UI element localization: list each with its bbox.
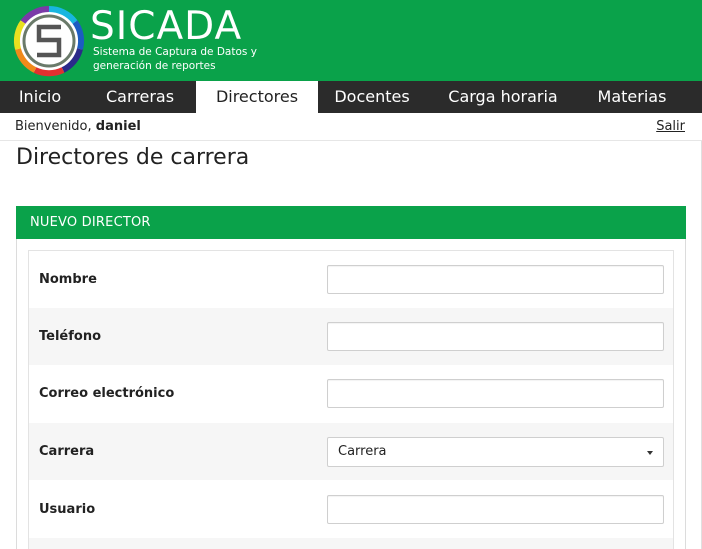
nav-item-directores[interactable]: Directores — [196, 81, 318, 113]
welcome-message: Bienvenido, daniel — [15, 119, 141, 134]
app-subtitle: Sistema de Captura de Datos y generación… — [93, 46, 257, 72]
new-director-panel: NUEVO DIRECTOR Nombre Teléfono Correo el… — [16, 206, 686, 549]
carrera-label: Carrera — [39, 444, 95, 459]
form-body: Nombre Teléfono Correo electrónico Carre… — [28, 250, 674, 549]
main-nav: Inicio Carreras Directores Docentes Carg… — [0, 81, 702, 113]
page-title: Directores de carrera — [16, 145, 250, 170]
panel-heading: NUEVO DIRECTOR — [16, 206, 686, 239]
carrera-select-value: Carrera — [338, 444, 387, 459]
telefono-label: Teléfono — [39, 329, 102, 344]
user-bar: Bienvenido, daniel Salir — [0, 113, 702, 141]
usuario-label: Usuario — [39, 502, 96, 517]
nav-item-materias[interactable]: Materias — [582, 81, 682, 113]
form-row-telefono: Teléfono — [29, 308, 673, 365]
app-title: SICADA — [90, 4, 243, 49]
nav-item-inicio[interactable]: Inicio — [0, 81, 80, 113]
form-row-next — [29, 538, 673, 549]
usuario-input[interactable] — [327, 495, 664, 524]
carrera-select[interactable]: Carrera — [327, 437, 664, 467]
form-row-carrera: Carrera Carrera — [29, 423, 673, 480]
nav-item-carga-horaria[interactable]: Carga horaria — [438, 81, 568, 113]
app-header: SICADA Sistema de Captura de Datos y gen… — [0, 0, 702, 81]
telefono-input[interactable] — [327, 322, 664, 351]
logout-link[interactable]: Salir — [656, 119, 685, 134]
welcome-greeting: Bienvenido, — [15, 119, 92, 134]
user-name: daniel — [95, 119, 141, 134]
form-row-nombre: Nombre — [29, 251, 673, 308]
caret-down-icon — [647, 451, 653, 455]
nav-item-docentes[interactable]: Docentes — [322, 81, 422, 113]
form-row-usuario: Usuario — [29, 481, 673, 538]
sicada-logo-icon — [13, 5, 85, 77]
nav-item-carreras[interactable]: Carreras — [89, 81, 191, 113]
correo-label: Correo electrónico — [39, 386, 175, 401]
form-row-correo: Correo electrónico — [29, 365, 673, 422]
correo-input[interactable] — [327, 379, 664, 408]
nombre-input[interactable] — [327, 265, 664, 294]
nombre-label: Nombre — [39, 272, 97, 287]
